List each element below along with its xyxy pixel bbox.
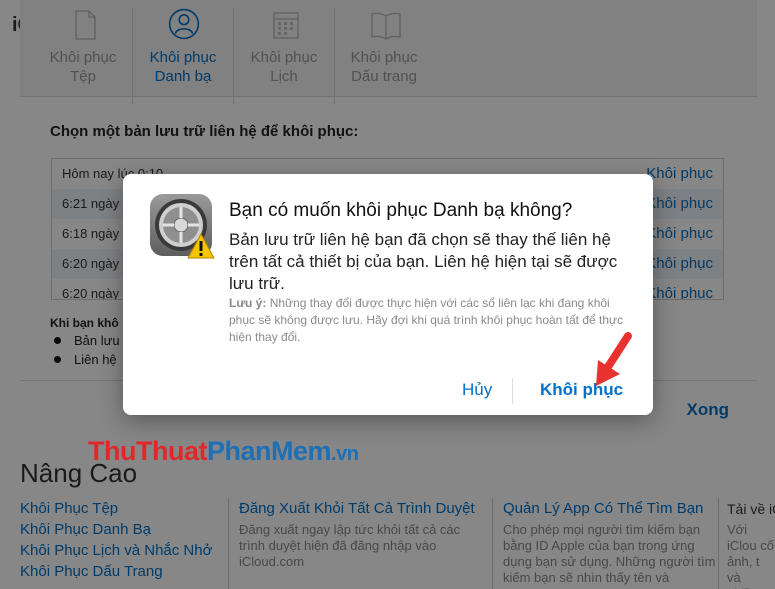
- cancel-button[interactable]: Hủy: [462, 380, 492, 400]
- confirm-dialog: Bạn có muốn khôi phục Danh bạ không? Bản…: [123, 174, 653, 415]
- note-text: Những thay đổi được thực hiện với các sổ…: [229, 296, 624, 344]
- watermark-part3: PhanMem: [206, 436, 332, 466]
- watermark-part2: Thuat: [135, 436, 208, 466]
- watermark-part4: .vn: [331, 443, 359, 465]
- warning-icon: [187, 233, 215, 259]
- button-divider: [512, 378, 513, 404]
- watermark-logo: ThuThuatPhanMem.vn: [88, 436, 359, 467]
- dialog-title: Bạn có muốn khôi phục Danh bạ không?: [229, 200, 573, 221]
- settings-gear-icon: [149, 193, 215, 259]
- note-label: Lưu ý:: [229, 296, 267, 310]
- dialog-message: Bản lưu trữ liên hệ bạn đã chọn sẽ thay …: [229, 230, 618, 293]
- watermark-part1: Thu: [88, 436, 136, 466]
- arrow-annotation-icon: [596, 332, 632, 386]
- dialog-note: Lưu ý: Những thay đổi được thực hiện với…: [229, 295, 639, 346]
